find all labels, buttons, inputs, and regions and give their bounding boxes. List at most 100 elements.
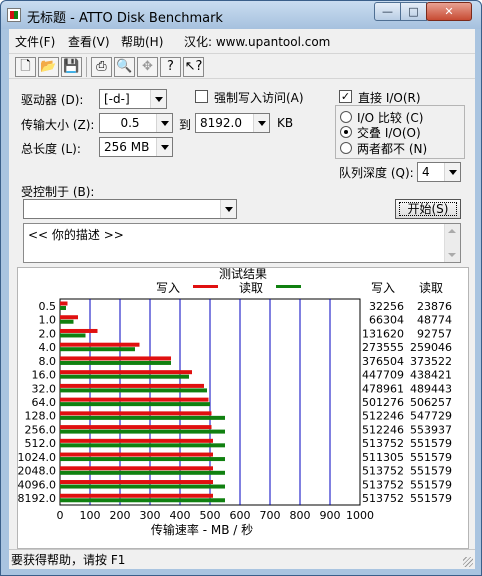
x-tick-label: 300 <box>140 509 161 522</box>
x-tick-label: 700 <box>260 509 281 522</box>
chevron-down-icon <box>444 163 460 181</box>
description-field[interactable]: << 你的描述 >> <box>23 223 461 263</box>
category-label: 4.0 <box>39 341 57 354</box>
queue-depth-select[interactable]: 4 <box>417 162 461 182</box>
bar-write <box>60 315 78 320</box>
category-label: 32.0 <box>32 382 57 395</box>
queue-depth-value: 4 <box>422 165 430 179</box>
x-tick-label: 600 <box>230 509 251 522</box>
menu-file[interactable]: 文件(F) <box>15 33 55 50</box>
bar-write <box>60 425 212 430</box>
title-bar[interactable]: 无标题 - ATTO Disk Benchmark — □ ✕ <box>1 1 481 29</box>
maximize-button[interactable]: □ <box>400 2 427 21</box>
category-label: 8.0 <box>39 355 57 368</box>
category-label: 2048.0 <box>18 465 56 478</box>
bar-read <box>60 347 135 352</box>
read-value: 373522 <box>410 355 452 368</box>
context-help-icon[interactable]: ↖? <box>183 57 204 77</box>
write-value: 513752 <box>362 492 404 505</box>
write-value: 513752 <box>362 478 404 491</box>
category-label: 8192.0 <box>18 492 56 505</box>
bar-read <box>60 402 210 407</box>
bar-write <box>60 383 204 388</box>
move-icon[interactable]: ✥ <box>137 57 158 77</box>
write-value: 511305 <box>362 451 404 464</box>
resize-grip-icon[interactable] <box>463 557 473 567</box>
transfer-size-label: 传输大小 (Z): <box>21 118 95 132</box>
results-chart: 测试结果写入 读取 写入 读取 0 100 200 300 400 500 600 700 800 900… <box>18 266 453 537</box>
bar-read <box>60 415 225 420</box>
menu-help[interactable]: 帮助(H) <box>121 33 163 50</box>
category-label: 16.0 <box>32 369 57 382</box>
radio-io-compare[interactable] <box>340 111 352 123</box>
radio-neither-label: 两者都不 (N) <box>357 142 428 156</box>
category-label: 0.5 <box>39 300 57 313</box>
transfer-unit: KB <box>277 116 294 130</box>
help-icon[interactable]: ? <box>160 57 181 77</box>
radio-overlap-io[interactable] <box>340 126 352 138</box>
toolbar: 🗋 📂 💾 ⎙ 🔍 ✥ ? ↖? <box>9 53 475 79</box>
bar-read <box>60 498 225 503</box>
description-scrollbar[interactable] <box>444 224 460 262</box>
x-tick-label: 1000 <box>346 509 374 522</box>
print-icon[interactable]: ⎙ <box>91 57 112 77</box>
write-value: 66304 <box>369 314 404 327</box>
read-value: 551579 <box>410 492 452 505</box>
read-value: 553937 <box>410 423 452 436</box>
scroll-up-icon[interactable] <box>448 229 456 233</box>
x-tick-label: 500 <box>200 509 221 522</box>
bar-read <box>60 429 225 434</box>
force-write-checkbox[interactable] <box>195 90 208 103</box>
drive-select[interactable]: [-d-] <box>99 89 167 109</box>
write-value: 512246 <box>362 423 404 436</box>
start-button[interactable]: 开始(S) <box>395 199 461 219</box>
transfer-from-select[interactable]: 0.5 <box>99 113 173 133</box>
bar-write <box>60 411 212 416</box>
x-tick-label: 100 <box>80 509 101 522</box>
focus-rect <box>399 202 457 216</box>
category-label: 1024.0 <box>18 451 56 464</box>
open-icon[interactable]: 📂 <box>38 57 59 77</box>
save-icon[interactable]: 💾 <box>61 57 82 77</box>
new-icon[interactable]: 🗋 <box>15 57 36 77</box>
client-area: 文件(F) 查看(V) 帮助(H) 汉化: www.upantool.com 🗋… <box>9 29 475 569</box>
close-button[interactable]: ✕ <box>426 2 472 21</box>
bar-write <box>60 466 213 471</box>
x-tick-label: 900 <box>320 509 341 522</box>
radio-neither[interactable] <box>340 142 352 154</box>
toolbar-separator <box>86 57 87 77</box>
column-header-read: 读取 <box>419 281 443 295</box>
bar-read <box>60 388 207 393</box>
bar-write <box>60 370 192 375</box>
transfer-from-value: 0.5 <box>120 116 140 130</box>
x-tick-label: 0 <box>57 509 64 522</box>
category-label: 128.0 <box>25 410 57 423</box>
read-value: 92757 <box>417 327 452 340</box>
read-value: 23876 <box>417 300 452 313</box>
menu-localization[interactable]: 汉化: www.upantool.com <box>184 33 330 50</box>
radio-overlap-io-label: 交叠 I/O(O) <box>357 126 421 140</box>
read-value: 551579 <box>410 437 452 450</box>
chevron-down-icon <box>253 114 269 132</box>
scroll-down-icon[interactable] <box>448 253 456 257</box>
category-label: 256.0 <box>25 423 57 436</box>
controlled-by-select[interactable] <box>23 199 237 219</box>
total-length-select[interactable]: 256 MB <box>99 137 173 157</box>
menu-view[interactable]: 查看(V) <box>68 33 110 50</box>
bar-write <box>60 328 98 333</box>
bar-read <box>60 457 225 462</box>
transfer-to-select[interactable]: 8192.0 <box>195 113 270 133</box>
read-value: 551579 <box>410 478 452 491</box>
status-text: 要获得帮助，请按 F1 <box>11 553 126 567</box>
window-title: 无标题 - ATTO Disk Benchmark <box>27 11 223 26</box>
write-value: 376504 <box>362 355 404 368</box>
force-write-label: 强制写入访问(A) <box>214 91 304 105</box>
minimize-button[interactable]: — <box>374 2 401 21</box>
read-value: 551579 <box>410 451 452 464</box>
legend-write-label: 写入 <box>156 281 180 295</box>
direct-io-checkbox[interactable]: ✓ <box>339 90 352 103</box>
category-label: 64.0 <box>32 396 57 409</box>
category-label: 1.0 <box>39 314 57 327</box>
print-preview-icon[interactable]: 🔍 <box>114 57 135 77</box>
write-value: 32256 <box>369 300 404 313</box>
